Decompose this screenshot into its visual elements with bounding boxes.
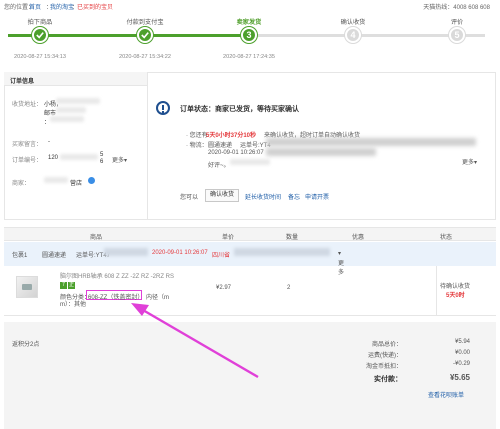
order-more-link[interactable]: 更多▾ [112, 155, 127, 164]
package-redacted [104, 248, 148, 256]
step-4-node: 4 [345, 27, 361, 43]
logistics-label: · 物流： [186, 143, 208, 149]
package-label: 包裹1 [12, 253, 28, 259]
order-info-title: 订单信息 [10, 79, 35, 85]
item-status: 待确认收货 [440, 284, 471, 290]
header-quantity: 数量 [286, 235, 299, 241]
service-tag-7-icon: 7 [60, 282, 67, 289]
points-text: 返积分2点 [12, 342, 40, 348]
order-number-tail-2: 6 [100, 159, 104, 165]
spec-more-2: m）：其他 [60, 302, 86, 308]
product-title-link[interactable]: 脑尔图HRB轴承 608 Z ZZ -2Z RZ -2RZ RS [60, 271, 174, 280]
order-status-title: 订单状态：商家已发货，等待买家确认 [180, 106, 299, 113]
buyer-message-label: 买家留言： [12, 142, 43, 148]
step-1-time: 2020-08-27 15:34:13 [14, 54, 66, 60]
remaining-time: 5天0小时37分10秒 [206, 133, 257, 139]
step-5-node: 5 [449, 27, 465, 43]
package-place: 四川省 [212, 253, 231, 259]
coin-label: 淘金币抵扣： [365, 364, 402, 370]
hotline-text: 天猫热线：4008 608 608 [423, 5, 490, 11]
you-can-label: 您可以 [180, 195, 199, 201]
order-number-redacted [60, 154, 98, 160]
service-tag-genuine-icon: 正 [68, 282, 75, 289]
remark-link[interactable]: 备忘 [288, 192, 300, 201]
merchant-name[interactable]: 营店 [70, 178, 82, 187]
step-label-shipped: 卖家发货 [236, 19, 262, 26]
step-label-placed: 拍下商品 [27, 19, 53, 26]
item-status-time: 5天0时 [446, 293, 465, 299]
package-redacted [234, 248, 330, 256]
shipping-label: 运费(快递)： [368, 353, 402, 359]
logistics-time: 2020-09-01 10:26:07 [208, 150, 264, 156]
step-1-check-icon [32, 27, 48, 43]
order-info-header: 订单信息 [4, 72, 148, 86]
address-redacted [56, 98, 100, 104]
view-bill-link[interactable]: 查看花呗账单 [428, 390, 464, 399]
package-time: 2020-09-01 10:26:07 [152, 250, 208, 256]
step-2-time: 2020-08-27 15:34:22 [119, 54, 171, 60]
step-label-received: 确认收货 [340, 19, 366, 26]
header-price: 单价 [222, 235, 235, 241]
package-row: 包裹1 圆通速递 运单号:YT47 2020-09-01 10:26:07 四川… [4, 242, 496, 276]
order-number-value: 120 [48, 155, 59, 161]
step-label-paid: 付款到支付宝 [126, 19, 164, 26]
logistics-company: 圆通速递 [208, 143, 233, 149]
merchant-redacted [44, 177, 68, 183]
logistics-redacted [266, 148, 376, 156]
invoice-link[interactable]: 申请开票 [305, 192, 329, 201]
spec-value: 608-ZZ（铁盖密封） [88, 295, 144, 301]
order-number-tail: 5 [100, 152, 104, 158]
status-divider [436, 266, 437, 316]
package-company: 圆通速递 [42, 253, 67, 259]
breadcrumb-home-link[interactable]: 首页 [29, 2, 41, 11]
remaining-prefix: · 您还有 [186, 133, 208, 139]
step-label-review: 评价 [450, 19, 464, 26]
item-quantity: 2 [287, 285, 291, 291]
coin-value: -¥0.29 [452, 361, 470, 367]
chat-icon[interactable] [88, 177, 95, 184]
buyer-message-value: - [48, 139, 50, 145]
info-icon [156, 101, 170, 115]
shipping-value: ¥0.00 [454, 350, 470, 356]
step-2-check-icon [137, 27, 153, 43]
confirm-receipt-button[interactable]: 确认收货 [205, 189, 239, 202]
goods-total-value: ¥5.94 [454, 339, 470, 345]
merchant-label: 商家： [12, 181, 31, 187]
header-goods: 商品 [90, 235, 103, 241]
address-label: 收货地址： [12, 102, 43, 108]
logistics-redacted [230, 159, 270, 165]
logistics-redacted [266, 138, 476, 146]
step-3-time: 2020-08-27 17:24:35 [223, 54, 275, 60]
paid-label: 实付款： [374, 376, 402, 383]
breadcrumb-my-taobao-link[interactable]: 我的淘宝 [50, 2, 74, 11]
item-price: ¥2.97 [216, 285, 232, 291]
breadcrumb-current: 已买到的宝贝 [77, 5, 114, 11]
goods-table-header: 商品 单价 数量 优惠 状态 [4, 227, 496, 241]
extend-receipt-link[interactable]: 延长收货时间 [245, 192, 281, 201]
paid-value: ¥5.65 [449, 373, 470, 382]
header-status: 状态 [440, 235, 453, 241]
step-3-node: 3 [241, 27, 257, 43]
package-more-link[interactable]: 更多 ▾ [338, 250, 344, 276]
spec-more: 内径（m [146, 295, 169, 301]
order-number-label: 订单编号： [12, 158, 43, 164]
logistics-more-link[interactable]: 更多▾ [462, 157, 477, 166]
logistics-extra: 好评~。 [208, 163, 230, 169]
product-thumbnail[interactable] [16, 276, 38, 298]
header-discount: 优惠 [352, 235, 365, 241]
address-redacted [50, 116, 84, 122]
address-redacted [56, 107, 86, 113]
goods-total-label: 商品总价： [371, 342, 402, 348]
